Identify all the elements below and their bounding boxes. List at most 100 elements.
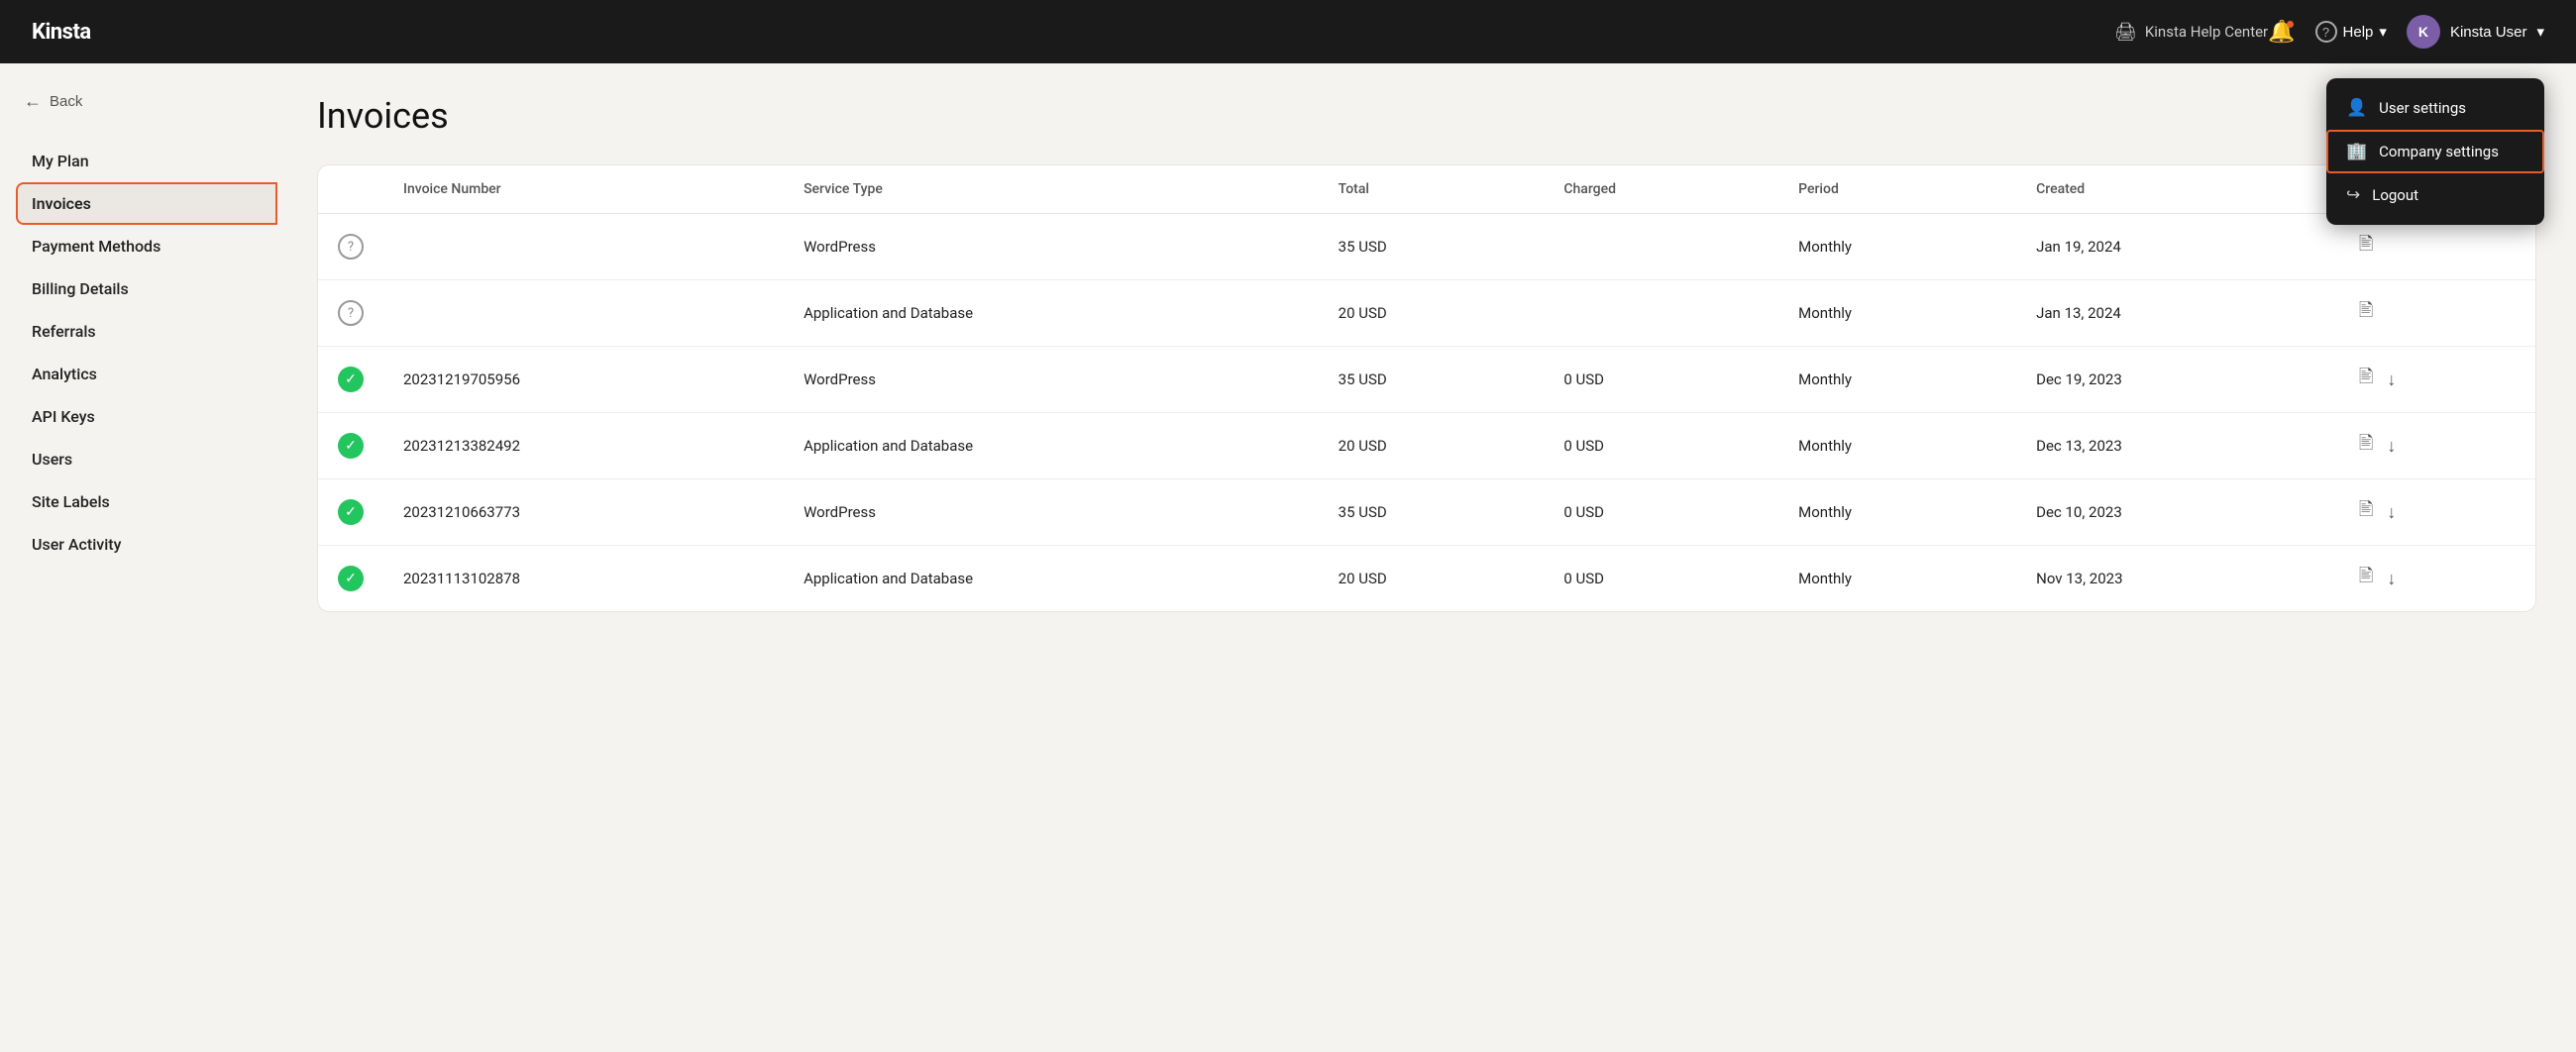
charged-cell: 0 USD: [1544, 479, 1778, 546]
invoice-number-cell: 20231210663773: [383, 479, 784, 546]
back-label: Back: [50, 93, 82, 110]
download-invoice-button[interactable]: ↓: [2387, 502, 2396, 523]
download-invoice-button[interactable]: ↓: [2387, 569, 2396, 589]
back-arrow-icon: ←: [24, 91, 42, 112]
total-cell: 35 USD: [1319, 214, 1545, 280]
invoices-table-container: Invoice Number Service Type Total Charge…: [317, 164, 2536, 612]
actions-cell: 🖹↓: [2339, 546, 2535, 612]
col-charged: Charged: [1544, 165, 1778, 214]
sidebar-item-referrals[interactable]: Referrals: [16, 310, 277, 353]
service-type-cell: Application and Database: [784, 413, 1319, 479]
table-row: ✓20231219705956WordPress35 USD0 USDMonth…: [318, 347, 2535, 413]
sidebar-item-analytics[interactable]: Analytics: [16, 353, 277, 395]
service-type-cell: WordPress: [784, 214, 1319, 280]
main-content: Invoices Invoice Number Service Type Tot…: [277, 63, 2576, 1052]
sidebar: ← Back My Plan Invoices Payment Methods …: [0, 63, 277, 1052]
sidebar-item-invoices[interactable]: Invoices: [16, 182, 277, 225]
building-icon: 🏢: [2346, 142, 2367, 161]
back-button[interactable]: ← Back: [16, 87, 90, 116]
user-name: Kinsta User: [2450, 24, 2527, 41]
sidebar-item-users[interactable]: Users: [16, 438, 277, 480]
table-row: ✓20231113102878Application and Database2…: [318, 546, 2535, 612]
notification-dot: [2287, 21, 2294, 28]
sidebar-item-my-plan[interactable]: My Plan: [16, 140, 277, 182]
status-cell: ✓: [318, 546, 383, 612]
service-type-cell: WordPress: [784, 347, 1319, 413]
help-center-link[interactable]: 🖨 Kinsta Help Center: [2114, 22, 2268, 43]
invoice-number-cell: 20231219705956: [383, 347, 784, 413]
help-circle-icon: ?: [2315, 21, 2337, 43]
col-invoice-number: Invoice Number: [383, 165, 784, 214]
total-cell: 35 USD: [1319, 479, 1545, 546]
table-row: ✓20231210663773WordPress35 USD0 USDMonth…: [318, 479, 2535, 546]
total-cell: 20 USD: [1319, 546, 1545, 612]
col-status: [318, 165, 383, 214]
sidebar-item-billing-details[interactable]: Billing Details: [16, 267, 277, 310]
table-row: ✓20231213382492Application and Database2…: [318, 413, 2535, 479]
period-cell: Monthly: [1778, 413, 2016, 479]
sidebar-item-site-labels[interactable]: Site Labels: [16, 480, 277, 523]
sidebar-item-user-activity[interactable]: User Activity: [16, 523, 277, 566]
created-cell: Dec 10, 2023: [2016, 479, 2339, 546]
invoice-number-cell: [383, 280, 784, 347]
status-cell: ✓: [318, 413, 383, 479]
header: Kinsta 🖨 Kinsta Help Center 🔔 ? Help ▾ K…: [0, 0, 2576, 63]
notifications-button[interactable]: 🔔: [2268, 19, 2295, 45]
help-center-label: Kinsta Help Center: [2145, 23, 2268, 41]
status-cell: ?: [318, 214, 383, 280]
view-invoice-button[interactable]: 🖹: [2359, 365, 2373, 394]
view-invoice-button[interactable]: 🖹: [2359, 232, 2373, 262]
dropdown-company-settings-label: Company settings: [2379, 143, 2499, 160]
help-button[interactable]: ? Help ▾: [2315, 21, 2387, 43]
check-icon: ✓: [338, 566, 364, 591]
layout: ← Back My Plan Invoices Payment Methods …: [0, 63, 2576, 1052]
service-type-cell: Application and Database: [784, 280, 1319, 347]
total-cell: 20 USD: [1319, 280, 1545, 347]
download-invoice-button[interactable]: ↓: [2387, 369, 2396, 390]
status-cell: ✓: [318, 479, 383, 546]
dropdown-company-settings[interactable]: 🏢 Company settings: [2326, 130, 2544, 173]
view-invoice-button[interactable]: 🖹: [2359, 564, 2373, 593]
created-cell: Dec 19, 2023: [2016, 347, 2339, 413]
period-cell: Monthly: [1778, 546, 2016, 612]
created-cell: Dec 13, 2023: [2016, 413, 2339, 479]
person-icon: 👤: [2346, 98, 2367, 118]
table-header: Invoice Number Service Type Total Charge…: [318, 165, 2535, 214]
dropdown-logout-label: Logout: [2372, 186, 2418, 204]
created-cell: Jan 19, 2024: [2016, 214, 2339, 280]
dropdown-user-settings-label: User settings: [2379, 99, 2466, 117]
user-menu-button[interactable]: K Kinsta User ▾: [2407, 15, 2544, 49]
check-icon: ✓: [338, 433, 364, 459]
help-label: Help: [2343, 24, 2374, 41]
chevron-down-icon: ▾: [2379, 23, 2387, 41]
total-cell: 20 USD: [1319, 413, 1545, 479]
user-chevron-icon: ▾: [2536, 23, 2544, 41]
col-service-type: Service Type: [784, 165, 1319, 214]
actions-cell: 🖹↓: [2339, 479, 2535, 546]
actions-cell: 🖹↓: [2339, 413, 2535, 479]
service-type-cell: Application and Database: [784, 546, 1319, 612]
period-cell: Monthly: [1778, 347, 2016, 413]
download-invoice-button[interactable]: ↓: [2387, 436, 2396, 457]
view-invoice-button[interactable]: 🖹: [2359, 298, 2373, 328]
page-title: Invoices: [317, 95, 2536, 137]
check-icon: ✓: [338, 499, 364, 525]
invoices-table: Invoice Number Service Type Total Charge…: [318, 165, 2535, 611]
total-cell: 35 USD: [1319, 347, 1545, 413]
table-body: ?WordPress35 USDMonthlyJan 19, 2024🖹?App…: [318, 214, 2535, 612]
charged-cell: 0 USD: [1544, 546, 1778, 612]
user-dropdown-menu: 👤 User settings 🏢 Company settings ↪ Log…: [2326, 78, 2544, 225]
status-cell: ✓: [318, 347, 383, 413]
avatar: K: [2407, 15, 2440, 49]
view-invoice-button[interactable]: 🖹: [2359, 497, 2373, 527]
sidebar-item-payment-methods[interactable]: Payment Methods: [16, 225, 277, 267]
dropdown-user-settings[interactable]: 👤 User settings: [2326, 86, 2544, 130]
charged-cell: 0 USD: [1544, 347, 1778, 413]
header-right: 🔔 ? Help ▾ K Kinsta User ▾ 👤 User settin…: [2268, 15, 2544, 49]
sidebar-item-api-keys[interactable]: API Keys: [16, 395, 277, 438]
actions-cell: 🖹↓: [2339, 347, 2535, 413]
view-invoice-button[interactable]: 🖹: [2359, 431, 2373, 461]
period-cell: Monthly: [1778, 479, 2016, 546]
status-cell: ?: [318, 280, 383, 347]
dropdown-logout[interactable]: ↪ Logout: [2326, 173, 2544, 217]
